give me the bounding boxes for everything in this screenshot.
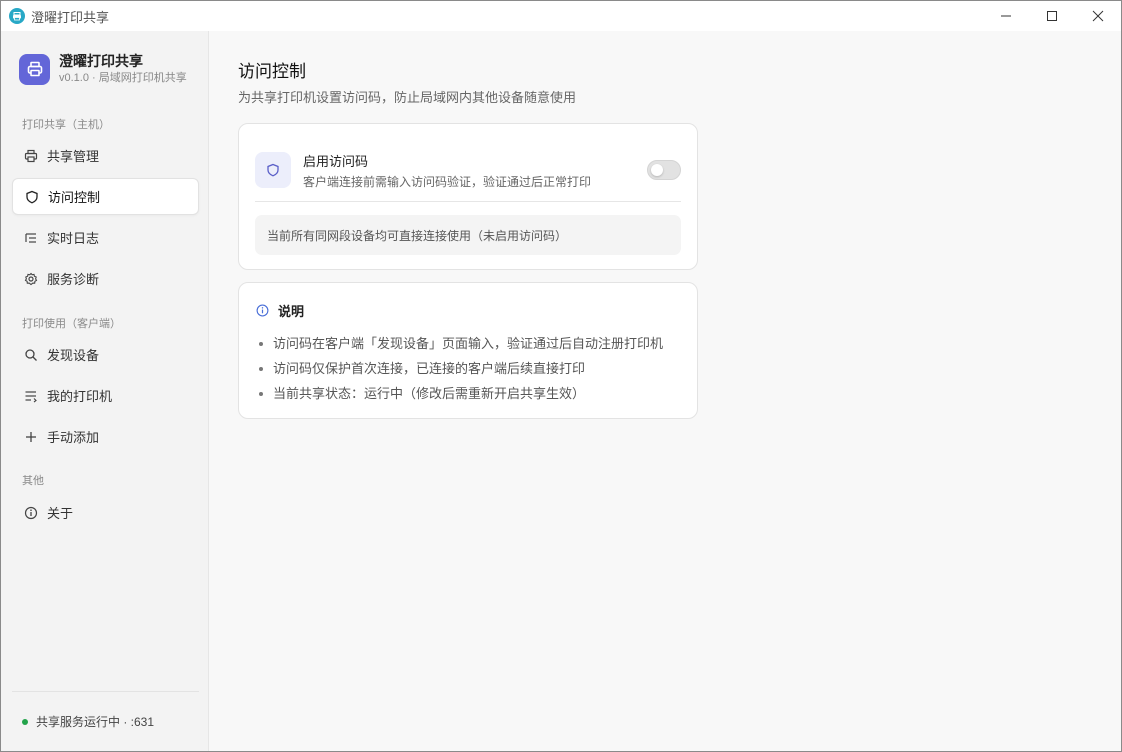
app-window: 澄曜打印共享 澄曜打印共享 v0.1.0 · 局域网打印机共享 打印共享（主机） [0,0,1122,752]
sidebar-item-label: 手动添加 [47,430,100,445]
sidebar-item-label: 访问控制 [48,190,101,205]
printer-logo-icon [19,53,50,85]
sidebar-item-label: 实时日志 [47,231,100,246]
service-status: 共享服务运行中 · :631 [22,713,154,730]
sidebar-item-label: 共享管理 [47,149,100,164]
info-card: 说明 访问码在客户端「发现设备」页面输入，验证通过后自动注册打印机 访问码仅保护… [238,282,698,419]
status-dot-icon [22,718,28,725]
sidebar-item-label: 服务诊断 [47,272,100,287]
access-code-toggle[interactable] [647,160,681,180]
service-status-text: 共享服务运行中 · :631 [36,715,155,729]
app-icon [9,8,25,24]
list-item-text: 访问码仅保护首次连接，已连接的客户端后续直接打印 [273,361,586,376]
printer-icon [24,149,38,163]
sidebar-item-about[interactable]: 关于 [12,494,199,531]
plus-icon [24,430,38,444]
close-button[interactable] [1075,1,1121,31]
access-code-notice: 当前所有同网段设备均可直接连接使用（未启用访问码） [255,215,681,255]
list-item: 访问码仅保护首次连接，已连接的客户端后续直接打印 [259,356,663,381]
info-icon [256,304,269,317]
sidebar-item-live-log[interactable]: 实时日志 [12,219,199,256]
sidebar-item-label: 我的打印机 [47,389,113,404]
sidebar-item-access-control[interactable]: 访问控制 [12,178,199,215]
info-title: 说明 [278,304,305,319]
sidebar-divider [12,691,199,692]
search-icon [24,348,38,362]
page-title: 访问控制 [238,62,306,81]
maximize-button[interactable] [1029,1,1075,31]
toggle-knob [651,164,663,176]
section-label-client: 打印使用（客户端） [22,318,121,330]
info-icon [24,506,38,520]
page-subtitle: 为共享打印机设置访问码，防止局域网内其他设备随意使用 [238,90,577,105]
shield-icon [25,190,39,204]
sidebar-item-share-management[interactable]: 共享管理 [12,137,199,174]
minimize-icon [1001,15,1011,17]
minimize-button[interactable] [983,1,1029,31]
close-icon [1092,10,1104,22]
main-content: 访问控制 为共享打印机设置访问码，防止局域网内其他设备随意使用 启用访问码 客户… [210,31,1121,751]
brand-version: v0.1.0 · 局域网打印机共享 [59,72,187,84]
list-item-text: 当前共享状态：运行中（修改后需重新开启共享生效） [273,386,586,401]
access-code-shield-icon [255,152,291,188]
sidebar-item-discover[interactable]: 发现设备 [12,336,199,373]
brand: 澄曜打印共享 v0.1.0 · 局域网打印机共享 [19,52,187,86]
access-code-card: 启用访问码 客户端连接前需输入访问码验证，验证通过后正常打印 当前所有同网段设备… [238,123,698,270]
sidebar-item-label: 关于 [47,506,74,521]
sidebar-item-manual-add[interactable]: 手动添加 [12,418,199,455]
sidebar-item-my-printers[interactable]: 我的打印机 [12,377,199,414]
list-icon [24,231,38,245]
maximize-icon [1047,11,1057,21]
sidebar-item-label: 发现设备 [47,348,100,363]
window-title: 澄曜打印共享 [31,9,110,25]
section-label-host: 打印共享（主机） [22,119,110,131]
list-plus-icon [24,389,38,403]
brand-name: 澄曜打印共享 [59,53,143,69]
access-code-title: 启用访问码 [303,154,369,169]
title-bar: 澄曜打印共享 [1,1,1121,31]
section-label-other: 其他 [22,475,44,487]
info-list: 访问码在客户端「发现设备」页面输入，验证通过后自动注册打印机 访问码仅保护首次连… [259,331,663,406]
list-item: 当前共享状态：运行中（修改后需重新开启共享生效） [259,381,663,406]
gear-icon [24,272,38,286]
card-divider [255,201,681,202]
list-item-text: 访问码在客户端「发现设备」页面输入，验证通过后自动注册打印机 [273,336,664,351]
sidebar: 澄曜打印共享 v0.1.0 · 局域网打印机共享 打印共享（主机） 共享管理 访… [1,31,209,751]
access-code-description: 客户端连接前需输入访问码验证，验证通过后正常打印 [303,175,592,189]
sidebar-item-diagnostics[interactable]: 服务诊断 [12,260,199,297]
list-item: 访问码在客户端「发现设备」页面输入，验证通过后自动注册打印机 [259,331,663,356]
